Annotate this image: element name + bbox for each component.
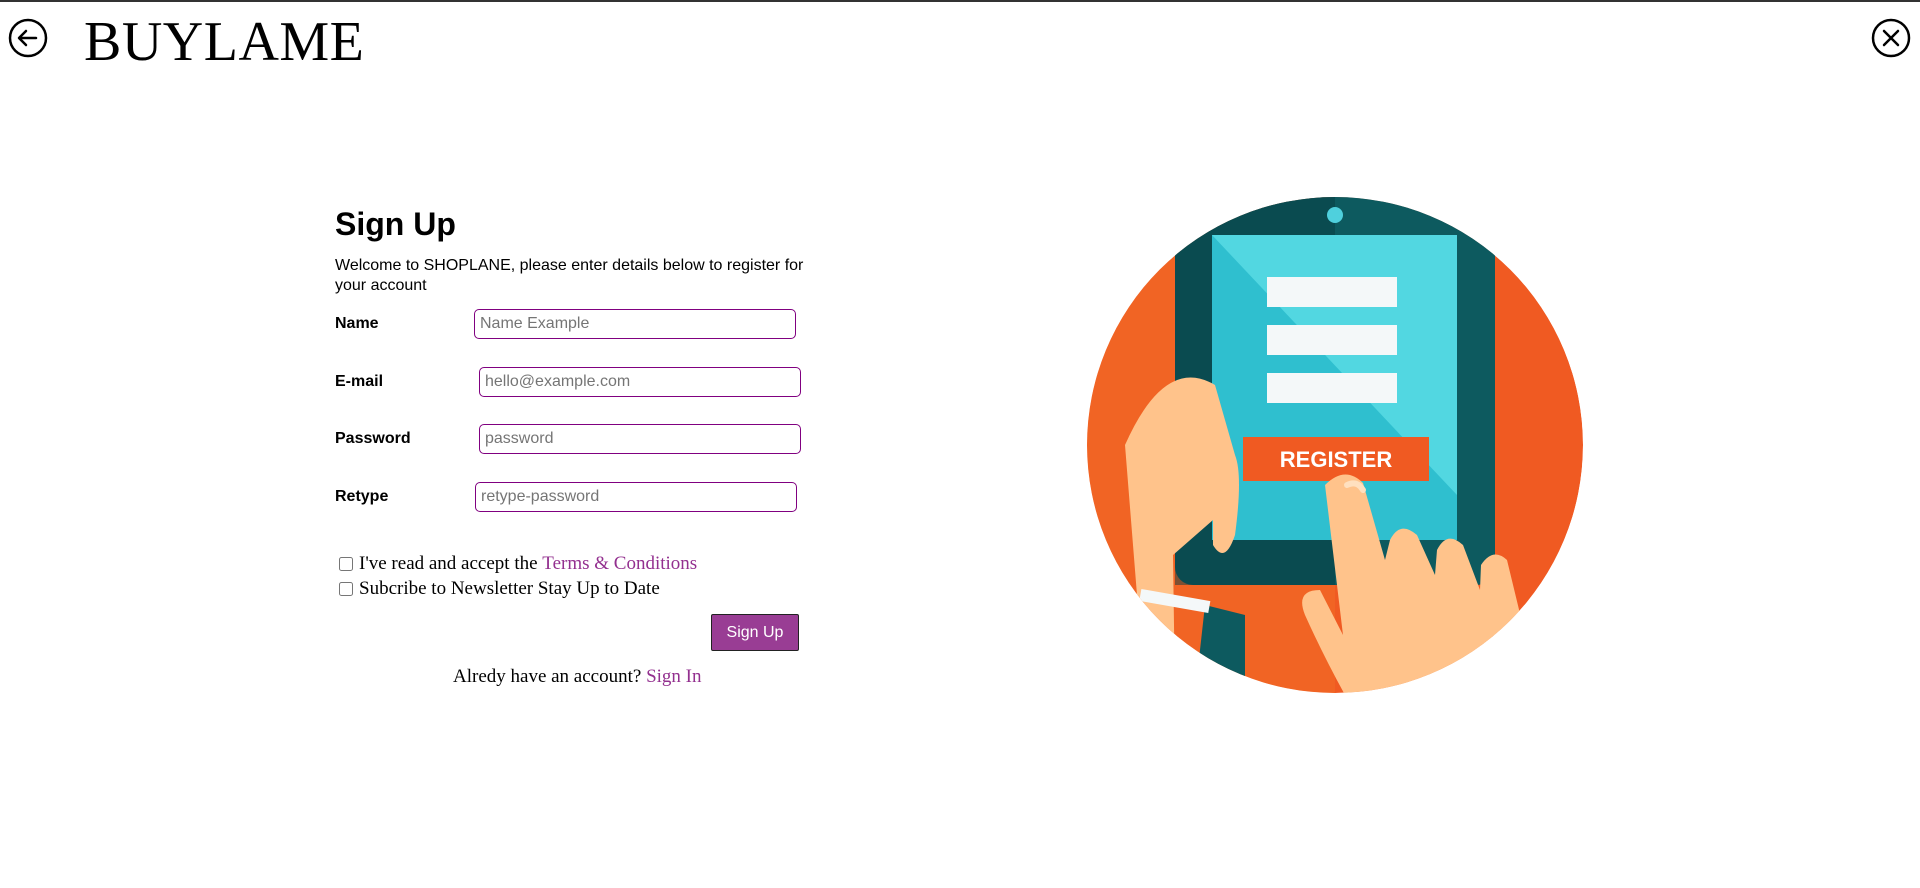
- retype-password-input[interactable]: [475, 482, 797, 512]
- signin-prompt: Alredy have an account?: [453, 666, 642, 687]
- email-input[interactable]: [479, 367, 801, 397]
- password-input[interactable]: [479, 424, 801, 454]
- terms-row: I've read and accept the Terms & Conditi…: [339, 553, 697, 575]
- page-title: Sign Up: [335, 206, 456, 242]
- brand-logo[interactable]: BUYLAME: [84, 10, 364, 74]
- name-input[interactable]: [474, 309, 796, 339]
- top-border: [0, 0, 1920, 2]
- register-illustration: REGISTER: [1085, 195, 1585, 695]
- retype-label: Retype: [335, 488, 389, 505]
- email-label: E-mail: [335, 373, 384, 390]
- terms-checkbox[interactable]: [339, 557, 353, 571]
- newsletter-row: Subcribe to Newsletter Stay Up to Date: [339, 578, 660, 600]
- terms-prefix: I've read and accept the: [359, 553, 538, 574]
- signin-row: Alredy have an account? Sign In: [453, 666, 702, 688]
- signin-link[interactable]: Sign In: [646, 666, 701, 687]
- back-arrow-icon[interactable]: [8, 18, 48, 58]
- newsletter-checkbox[interactable]: [339, 582, 353, 596]
- name-label: Name: [335, 315, 379, 332]
- illustration-register-text: REGISTER: [1280, 447, 1393, 472]
- close-icon[interactable]: [1871, 18, 1911, 58]
- signup-button[interactable]: Sign Up: [711, 614, 799, 651]
- newsletter-label: Subcribe to Newsletter Stay Up to Date: [359, 578, 660, 599]
- welcome-text: Welcome to SHOPLANE, please enter detail…: [335, 257, 804, 294]
- terms-link[interactable]: Terms & Conditions: [542, 553, 697, 575]
- password-label: Password: [335, 430, 411, 447]
